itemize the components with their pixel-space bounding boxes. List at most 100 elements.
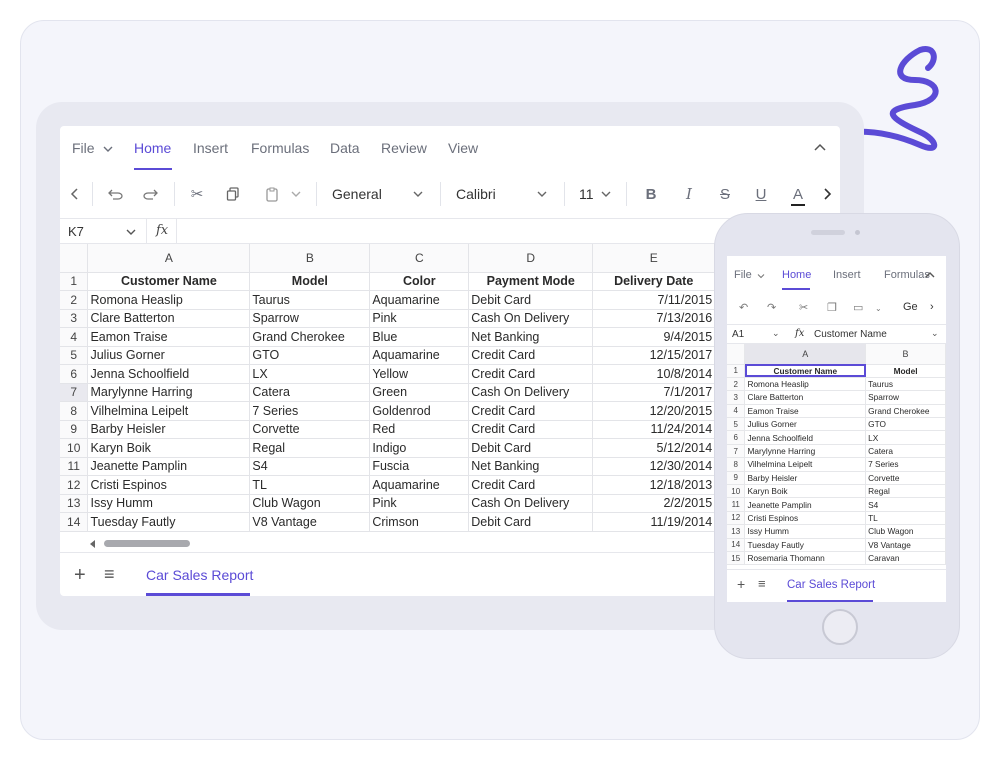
cell[interactable]: Aquamarine [369, 290, 470, 310]
cell[interactable]: GTO [865, 417, 946, 432]
row-header[interactable]: 11 [60, 457, 89, 476]
cell[interactable]: Marylynne Harring [87, 383, 251, 402]
row-header[interactable]: 3 [60, 309, 89, 328]
cell[interactable]: 11/19/2014 [592, 512, 716, 532]
cell[interactable]: Fuscia [369, 457, 470, 476]
cell[interactable]: Romona Heaslip [87, 290, 251, 310]
scrollbar-thumb[interactable] [104, 540, 190, 547]
cell[interactable]: TL [249, 475, 371, 495]
cell[interactable]: Issy Humm [744, 524, 867, 539]
cell[interactable]: 7/1/2017 [592, 383, 716, 402]
copy-icon[interactable]: ❐ [827, 301, 837, 314]
cell[interactable]: 5/12/2014 [592, 438, 716, 458]
cell[interactable]: Aquamarine [369, 475, 470, 495]
cell[interactable]: Taurus [865, 377, 946, 392]
sheet-tab[interactable]: Car Sales Report [787, 579, 875, 591]
collapse-ribbon-icon[interactable] [925, 271, 935, 279]
chevron-down-icon[interactable] [412, 184, 424, 204]
cell[interactable]: V8 Vantage [249, 512, 371, 532]
column-header[interactable]: A [744, 344, 867, 365]
tab-formulas[interactable]: Formulas [884, 269, 930, 281]
chevron-down-icon[interactable] [126, 228, 136, 236]
row-header[interactable]: 9 [727, 471, 746, 486]
cell[interactable]: Clare Batterton [87, 309, 251, 328]
cell[interactable]: LX [865, 430, 946, 445]
scroll-left-icon[interactable] [90, 540, 95, 548]
redo-icon[interactable] [142, 184, 160, 204]
column-header[interactable]: A [87, 244, 251, 273]
row-header[interactable]: 14 [727, 538, 746, 552]
italic-icon[interactable]: I [682, 184, 696, 204]
name-box[interactable]: A1 [732, 329, 744, 340]
cell[interactable]: Credit Card [468, 401, 594, 421]
cell[interactable]: Debit Card [468, 438, 594, 458]
row-header[interactable]: 2 [60, 290, 89, 310]
tab-formulas[interactable]: Formulas [251, 140, 309, 156]
chevron-down-icon[interactable] [536, 184, 548, 204]
column-header[interactable]: E [592, 244, 716, 273]
add-sheet-icon[interactable]: + [737, 576, 745, 592]
cell[interactable]: Credit Card [468, 420, 594, 439]
cell[interactable]: Julius Gorner [87, 346, 251, 365]
cell[interactable]: LX [249, 364, 371, 384]
cell[interactable]: Credit Card [468, 475, 594, 495]
cell[interactable]: Club Wagon [249, 494, 371, 513]
row-header[interactable]: 12 [60, 475, 89, 495]
sheet-tab[interactable]: Car Sales Report [146, 567, 253, 583]
tab-insert[interactable]: Insert [193, 140, 228, 156]
cell[interactable]: Caravan [865, 551, 946, 566]
cell[interactable]: Cristi Espinos [87, 475, 251, 495]
cell[interactable]: Cristi Espinos [744, 511, 867, 526]
cell[interactable]: Regal [865, 484, 946, 499]
cell[interactable]: Corvette [249, 420, 371, 439]
name-box[interactable]: K7 [68, 224, 84, 239]
cell[interactable]: 7 Series [249, 401, 371, 421]
row-header[interactable]: 5 [60, 346, 89, 365]
row-header[interactable]: 4 [60, 327, 89, 347]
cell[interactable]: Yellow [369, 364, 470, 384]
row-header[interactable]: 11 [727, 497, 746, 512]
cell[interactable]: Barby Heisler [744, 471, 867, 486]
cell[interactable]: Club Wagon [865, 524, 946, 539]
row-header[interactable]: 13 [60, 494, 89, 513]
cell[interactable]: 12/20/2015 [592, 401, 716, 421]
font-color-icon[interactable]: A [791, 184, 805, 206]
tab-home[interactable]: Home [134, 140, 171, 156]
cell[interactable]: 12/15/2017 [592, 346, 716, 365]
formula-input[interactable]: Customer Name [814, 329, 887, 340]
font-dropdown[interactable]: Ge [903, 301, 918, 313]
cell[interactable]: Net Banking [468, 457, 594, 476]
header-cell[interactable]: Model [249, 272, 371, 291]
row-header[interactable]: 1 [727, 364, 746, 378]
cell[interactable]: Indigo [369, 438, 470, 458]
add-sheet-icon[interactable]: + [74, 564, 86, 587]
cell[interactable]: 12/18/2013 [592, 475, 716, 495]
header-cell[interactable]: Customer Name [87, 272, 251, 291]
select-all-corner[interactable] [727, 344, 746, 365]
cell[interactable]: Credit Card [468, 364, 594, 384]
chevron-down-icon[interactable]: ⌄ [772, 328, 780, 339]
row-header[interactable]: 8 [727, 457, 746, 472]
copy-icon[interactable] [224, 184, 242, 204]
row-header[interactable]: 1 [60, 272, 89, 291]
paste-icon[interactable]: ▭ [853, 301, 863, 314]
column-header[interactable]: C [369, 244, 470, 273]
chevron-down-icon[interactable] [290, 184, 302, 204]
row-header[interactable]: 3 [727, 390, 746, 405]
cell[interactable]: Debit Card [468, 512, 594, 532]
cell[interactable]: Grand Cherokee [249, 327, 371, 347]
cell[interactable]: Green [369, 383, 470, 402]
cell[interactable]: Sparrow [249, 309, 371, 328]
header-cell[interactable]: Model [865, 364, 946, 378]
cell[interactable]: Red [369, 420, 470, 439]
cell[interactable]: Cash On Delivery [468, 309, 594, 328]
header-cell[interactable]: Customer Name [744, 364, 867, 378]
fx-icon[interactable]: fx [795, 328, 804, 339]
row-header[interactable]: 14 [60, 512, 89, 532]
cell[interactable]: GTO [249, 346, 371, 365]
cell[interactable]: Karyn Boik [744, 484, 867, 499]
column-header[interactable]: B [865, 344, 946, 365]
cell[interactable]: Goldenrod [369, 401, 470, 421]
column-header[interactable]: D [468, 244, 594, 273]
header-cell[interactable]: Color [369, 272, 470, 291]
